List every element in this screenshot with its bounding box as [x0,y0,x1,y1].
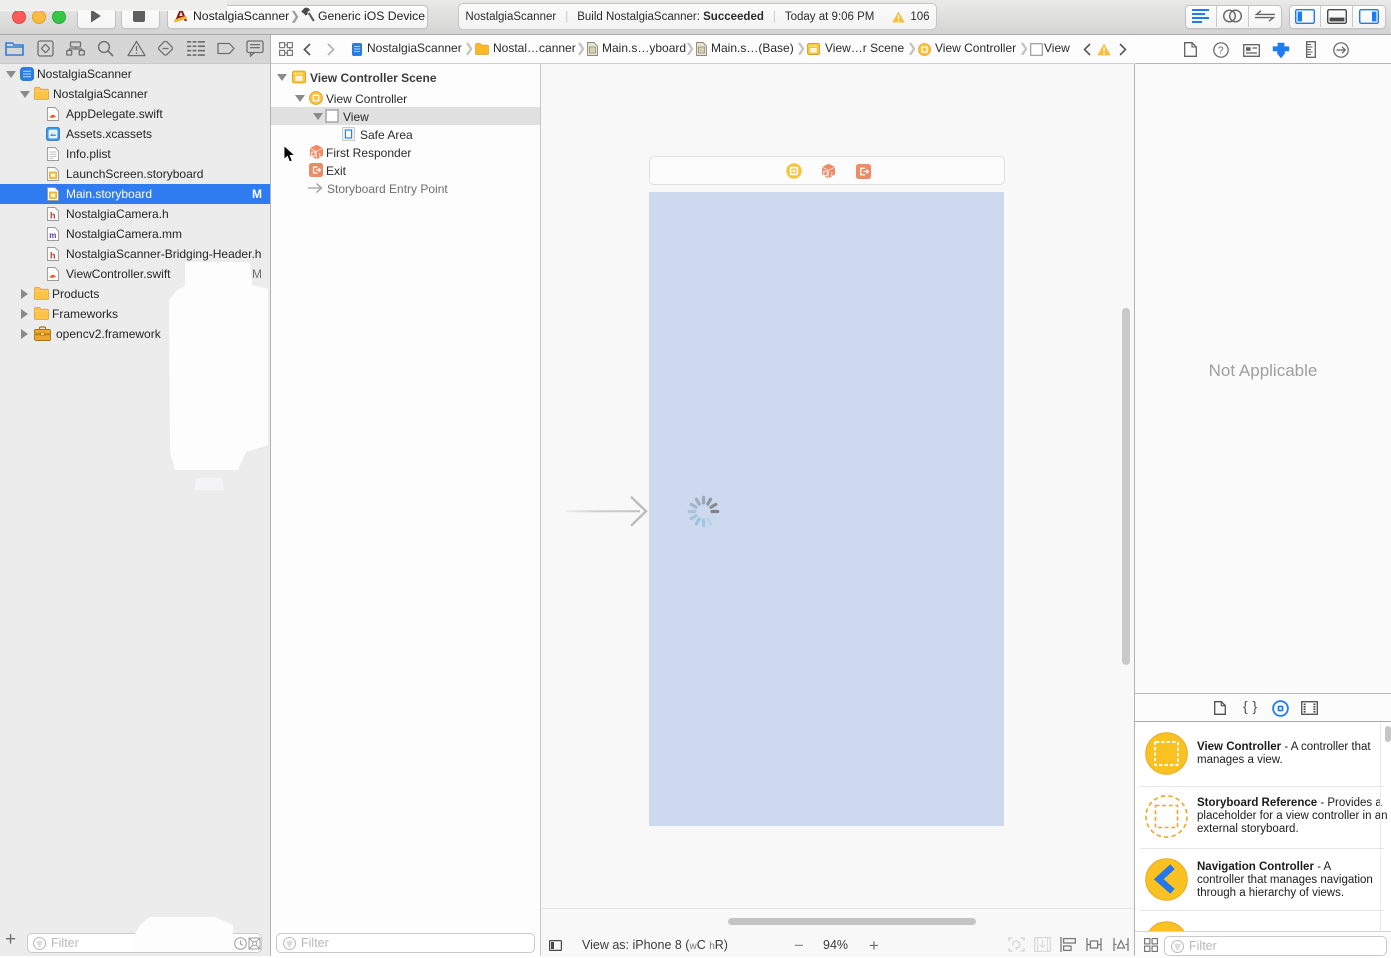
svg-text:h: h [50,251,56,261]
svg-text:m: m [49,231,56,240]
svg-text:h: h [50,211,56,221]
svg-text:1: 1 [830,172,833,178]
svg-text:1: 1 [318,153,321,159]
svg-text:?: ? [1218,46,1224,57]
